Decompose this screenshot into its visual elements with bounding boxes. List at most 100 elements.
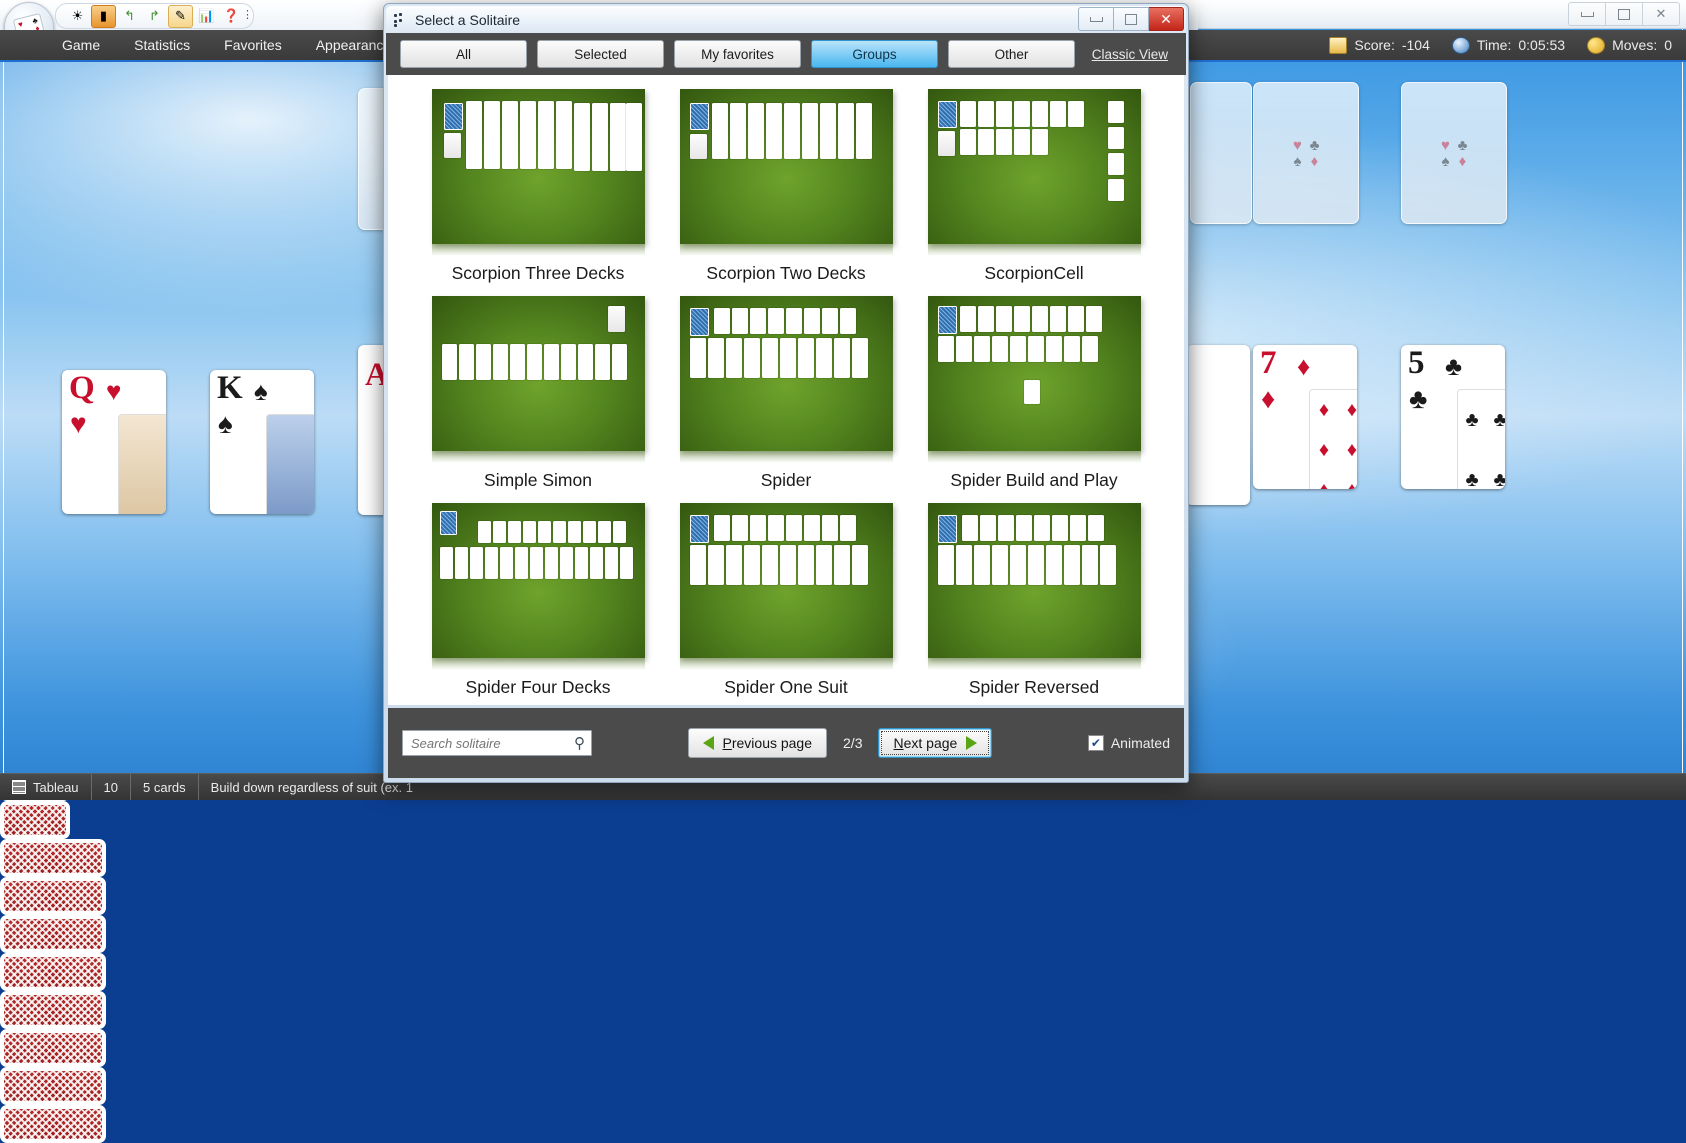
close-button[interactable]: ✕ <box>1643 2 1680 26</box>
minimize-icon <box>1580 11 1594 17</box>
help-icon[interactable]: ❓ <box>220 6 243 27</box>
previous-page-button[interactable]: Previous page <box>687 728 828 758</box>
solitaire-item[interactable]: ScorpionCell <box>910 83 1158 290</box>
menu-item-list: Game Statistics Favorites Appearance <box>62 30 391 60</box>
new-game-icon[interactable]: ☀ <box>66 6 89 27</box>
dialog-title: Select a Solitaire <box>415 11 521 28</box>
menu-game[interactable]: Game <box>62 37 100 53</box>
solitaire-label: Spider <box>760 470 812 490</box>
solitaire-thumbnail[interactable] <box>431 503 645 670</box>
dialog-close-button[interactable]: ✕ <box>1149 7 1184 31</box>
solitaire-item[interactable]: Scorpion Two Decks <box>662 83 910 290</box>
tableau-card-back <box>0 1067 106 1105</box>
statistics-icon[interactable]: 📊 <box>195 6 218 27</box>
tableau-card-back <box>0 1029 106 1067</box>
solitaire-item[interactable]: Spider Reversed <box>910 497 1158 704</box>
moves-indicator: Moves: 0 <box>1587 36 1672 54</box>
dots-icon <box>394 13 407 27</box>
moves-icon <box>1587 36 1606 54</box>
score-indicator: Score: -104 <box>1329 36 1430 54</box>
solitaire-item[interactable]: Spider Build and Play <box>910 290 1158 497</box>
close-icon: ✕ <box>1655 6 1667 22</box>
tab-my-favorites[interactable]: My favorites <box>674 40 801 68</box>
solitaire-thumbnail[interactable] <box>431 89 645 256</box>
tab-selected[interactable]: Selected <box>537 40 664 68</box>
solitaire-thumbnail[interactable] <box>431 296 645 463</box>
thumb-empty-slot <box>607 306 625 332</box>
next-page-rest: ext page <box>903 735 958 751</box>
solitaire-label: Spider One Suit <box>724 677 848 697</box>
thumb-stock-card <box>937 306 957 334</box>
animated-label: Animated <box>1110 735 1170 751</box>
window-controls: ✕ <box>1568 2 1680 26</box>
solitaire-item[interactable]: Spider One Suit <box>662 497 910 704</box>
thumb-empty-slot <box>443 133 461 158</box>
solitaire-label: Spider Reversed <box>968 677 1100 697</box>
solitaire-grid: Scorpion Three Decks Scorpion Two Decks … <box>388 75 1184 704</box>
solitaire-thumbnail[interactable] <box>679 89 893 256</box>
solitaire-item[interactable]: Simple Simon <box>414 290 662 497</box>
select-solitaire-dialog: Select a Solitaire ✕ All Selected My fav… <box>383 3 1189 783</box>
tab-all[interactable]: All <box>400 40 527 68</box>
score-icon <box>1329 36 1348 54</box>
arrow-left-icon <box>702 736 714 750</box>
thumb-stock-card <box>689 308 709 336</box>
deal-icon[interactable]: ▮ <box>91 4 116 28</box>
animated-checkbox-wrapper[interactable]: ✔ Animated <box>1087 735 1170 751</box>
tableau-card-back <box>0 991 106 1029</box>
tableau-card-back <box>0 953 106 991</box>
thumb-empty-slot <box>937 131 955 156</box>
dialog-minimize-button[interactable] <box>1078 7 1114 31</box>
tableau-card-back <box>0 801 70 839</box>
solitaire-label: Spider Build and Play <box>950 470 1118 490</box>
solitaire-item[interactable]: Spider <box>662 290 910 497</box>
tableau-card-five-clubs[interactable]: 5 ♣ ♣ ♣ ♣ ♣ ♣ <box>1401 345 1505 489</box>
redo-icon[interactable]: ↱ <box>143 6 166 27</box>
dialog-maximize-button[interactable] <box>1114 7 1149 31</box>
tab-groups[interactable]: Groups <box>811 40 938 68</box>
minimize-icon <box>1089 16 1103 22</box>
search-field-wrapper: ⚲ <box>402 730 592 756</box>
dialog-window-controls: ✕ <box>1078 7 1184 31</box>
maximize-icon <box>1618 8 1630 20</box>
solitaire-thumbnail[interactable] <box>927 296 1141 463</box>
solitaire-thumbnail[interactable] <box>927 503 1141 670</box>
thumb-stock-card <box>689 515 709 543</box>
solitaire-thumbnail[interactable] <box>679 296 893 463</box>
solitaire-item[interactable]: Scorpion Three Decks <box>414 83 662 290</box>
tab-other[interactable]: Other <box>948 40 1075 68</box>
hint-icon[interactable]: ✎ <box>168 4 193 28</box>
next-page-label: Next page <box>893 735 957 751</box>
toolbar-overflow-icon[interactable]: ⋮ <box>242 8 253 21</box>
thumb-stock-card <box>937 101 957 128</box>
undo-icon[interactable]: ↰ <box>118 6 141 27</box>
thumb-stock-card <box>937 515 957 543</box>
solitaire-thumbnail[interactable] <box>927 89 1141 256</box>
dialog-tabbar: All Selected My favorites Groups Other C… <box>386 33 1186 75</box>
solitaire-item[interactable]: Spider Four Decks <box>414 497 662 704</box>
menu-appearance[interactable]: Appearance <box>316 37 392 53</box>
page-indicator: 2/3 <box>843 735 863 751</box>
solitaire-label: ScorpionCell <box>984 263 1084 283</box>
tableau-card-back <box>0 1105 106 1143</box>
search-input[interactable] <box>402 730 592 756</box>
search-icon[interactable]: ⚲ <box>574 734 585 752</box>
tableau-card-back <box>0 839 106 877</box>
dialog-footer: ⚲ Previous page 2/3 Next page ✔ Animated <box>388 708 1184 778</box>
time-label: Time: <box>1476 37 1512 53</box>
animated-checkbox[interactable]: ✔ <box>1087 735 1104 751</box>
solitaire-thumbnail[interactable] <box>679 503 893 670</box>
previous-page-rest: revious page <box>731 735 813 751</box>
dialog-titlebar[interactable]: Select a Solitaire ✕ <box>386 6 1186 33</box>
moves-label: Moves: <box>1612 37 1658 53</box>
menu-statistics[interactable]: Statistics <box>134 37 190 53</box>
minimize-button[interactable] <box>1568 2 1606 26</box>
clock-icon <box>1451 36 1470 54</box>
next-page-button[interactable]: Next page <box>878 728 993 758</box>
statusbar-pile-label: Tableau <box>33 779 79 795</box>
solitaire-label: Spider Four Decks <box>465 677 611 697</box>
maximize-button[interactable] <box>1606 2 1643 26</box>
menu-favorites[interactable]: Favorites <box>224 37 282 53</box>
thumb-stock-card <box>689 103 709 130</box>
classic-view-link[interactable]: Classic View <box>1092 47 1168 62</box>
